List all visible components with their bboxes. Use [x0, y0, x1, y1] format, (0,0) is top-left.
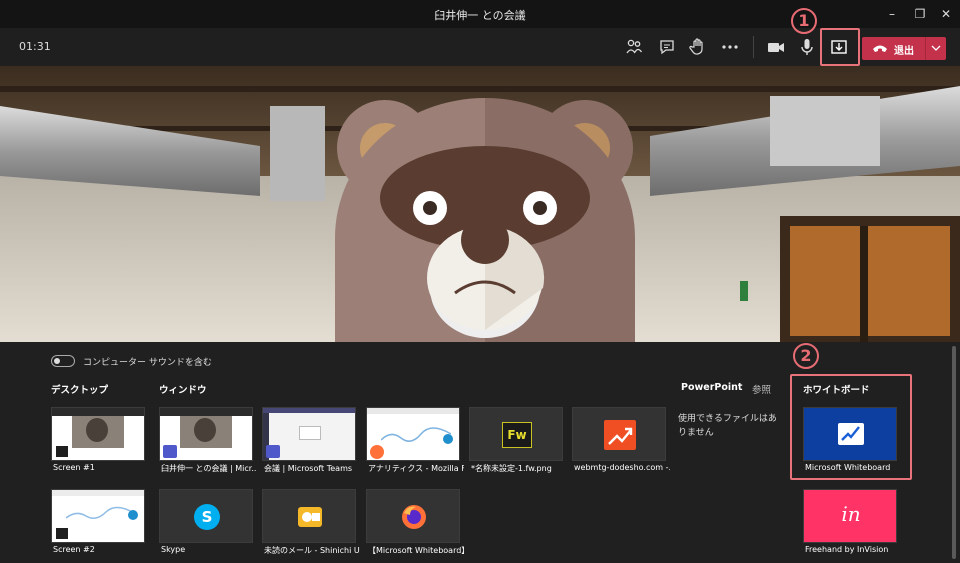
webmtg-app-icon	[604, 420, 636, 450]
tile-label: Freehand by InVision	[805, 545, 889, 554]
chat-icon[interactable]	[657, 37, 677, 57]
powerpoint-header: PowerPoint	[681, 382, 743, 393]
callout-badge-1: 1	[791, 8, 817, 34]
tile-fireworks-png[interactable]: Fw	[469, 407, 563, 461]
leave-button[interactable]: 退出	[862, 37, 946, 60]
leave-main[interactable]: 退出	[862, 37, 924, 60]
close-icon[interactable]: ✕	[936, 4, 956, 24]
tile-label: webmtg-dodesho.com -...	[574, 463, 670, 472]
restore-icon[interactable]: ❐	[910, 4, 930, 24]
tile-webmtg[interactable]	[572, 407, 666, 461]
monitor-icon	[55, 527, 69, 540]
highlight-share-button	[820, 28, 860, 66]
tile-label: 【Microsoft Whiteboard】...	[368, 546, 464, 555]
mail-app-icon	[298, 507, 322, 527]
tile-outlook-mail[interactable]	[262, 489, 356, 543]
skype-icon: S	[194, 504, 220, 530]
teams-icon	[163, 445, 177, 458]
tile-teams-meeting[interactable]	[262, 407, 356, 461]
leave-label: 退出	[894, 46, 914, 57]
invision-logo: in	[841, 502, 861, 526]
browse-link[interactable]: 参照	[752, 382, 771, 396]
minimize-icon[interactable]: –	[882, 4, 902, 24]
no-files-message: 使用できるファイルはありません	[678, 414, 777, 438]
toolbar-divider	[753, 36, 754, 58]
tile-label: アナリティクス - Mozilla Fir...	[368, 464, 464, 473]
tile-meeting-window[interactable]	[159, 407, 253, 461]
callout-badge-2: 2	[793, 343, 819, 369]
hang-up-icon	[873, 45, 887, 52]
tile-label: Skype	[161, 545, 186, 554]
tray-scrollbar[interactable]	[952, 346, 956, 559]
meeting-timer: 01:31	[19, 40, 51, 53]
tile-label: 会議 | Microsoft Teams	[264, 464, 353, 473]
firefox-icon	[370, 445, 384, 459]
video-feed	[0, 66, 960, 342]
microphone-icon[interactable]	[797, 37, 817, 57]
tile-label: 臼井伸一 との会議 | Micr...	[161, 464, 257, 473]
leave-dropdown[interactable]	[925, 37, 946, 60]
tile-screen-2[interactable]	[51, 489, 145, 543]
teams-icon	[266, 445, 280, 458]
tile-firefox-analytics[interactable]	[366, 407, 460, 461]
tile-label: Screen #2	[53, 545, 95, 554]
desktop-header: デスクトップ	[51, 385, 109, 396]
raise-hand-icon[interactable]	[688, 37, 708, 57]
monitor-icon	[55, 445, 69, 458]
chevron-down-icon	[931, 45, 941, 51]
computer-sound-toggle[interactable]	[51, 355, 75, 367]
window-header: ウィンドウ	[159, 385, 207, 396]
meeting-toolbar: 01:31 退出	[0, 28, 960, 66]
participants-icon[interactable]	[624, 37, 644, 57]
tile-label: *名称未設定-1.fw.png	[471, 464, 552, 473]
tile-label: 未読のメール - Shinichi Us...	[264, 546, 360, 555]
tile-screen-1[interactable]	[51, 407, 145, 461]
bear-avatar	[335, 98, 635, 342]
tile-firefox-whiteboard[interactable]	[366, 489, 460, 543]
tile-freehand-invision[interactable]: in	[803, 489, 897, 543]
highlight-whiteboard-section	[790, 374, 912, 480]
computer-sound-label: コンピューター サウンドを含む	[83, 358, 212, 368]
more-options-icon[interactable]	[720, 37, 740, 57]
tile-label: Screen #1	[53, 463, 95, 472]
fireworks-app-icon: Fw	[502, 422, 532, 448]
camera-icon[interactable]	[766, 37, 786, 57]
firefox-icon	[402, 505, 426, 529]
tile-skype[interactable]: S	[159, 489, 253, 543]
